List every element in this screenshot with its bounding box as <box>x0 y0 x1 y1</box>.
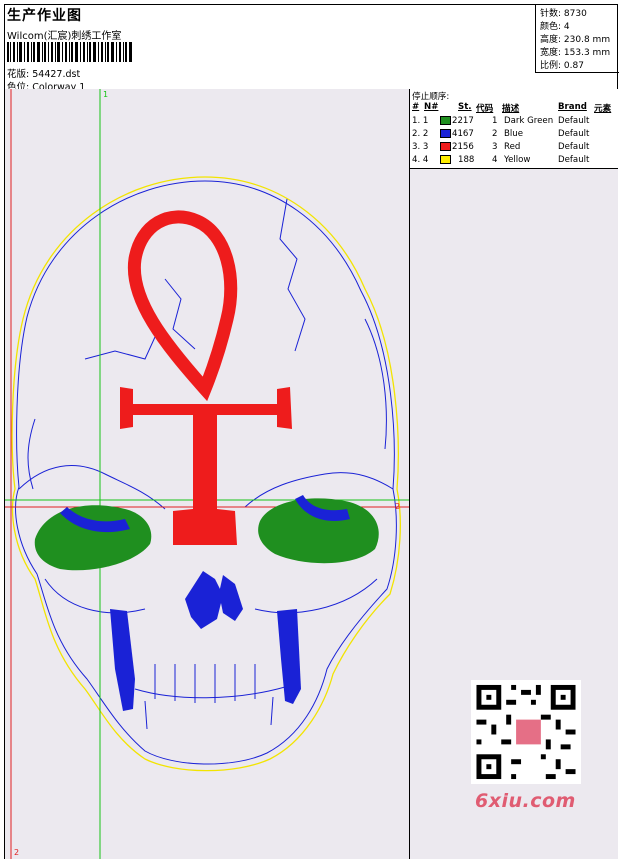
row-brand: Default <box>558 129 590 139</box>
guide-v-label: 1 <box>103 90 108 99</box>
stat-height: 高度: 230.8 mm <box>540 35 611 45</box>
row-stitches: 2217 <box>452 116 474 126</box>
design-file-line: 花版: 54427.dst <box>7 66 80 80</box>
stat-stitches: 针数: 8730 <box>540 9 587 19</box>
stop-sequence-table: 停止顺序: # N# St. 代码 描述 Brand 元素 1. 1 2217 … <box>410 89 618 169</box>
row-brand: Default <box>558 142 590 152</box>
ankh-loop <box>127 210 238 402</box>
stop-sequence-title: 停止顺序: <box>412 92 450 102</box>
row-desc: Yellow <box>504 155 531 165</box>
table-row: 2. 2 4167 2 Blue Default <box>410 129 618 142</box>
col-header-brand: Brand <box>558 102 587 112</box>
row-stitches: 2156 <box>452 142 474 152</box>
row-desc: Blue <box>504 129 524 139</box>
table-row: 4. 4 188 4 Yellow Default <box>410 155 618 168</box>
skull-embroidery-preview: 1 2 2 <box>5 89 409 859</box>
design-canvas: 1 2 2 <box>5 89 410 859</box>
row-index: 4. 4 <box>412 155 429 165</box>
color-swatch <box>440 129 451 138</box>
stat-ratio: 比例: 0.87 <box>540 61 584 71</box>
col-header-code: 代码 <box>476 104 494 114</box>
temple-line-right <box>364 318 387 450</box>
jaw-bar-right <box>277 609 301 704</box>
table-row: 3. 3 2156 3 Red Default <box>410 142 618 155</box>
cheek-right <box>254 578 378 614</box>
stat-colors: 颜色: 4 <box>540 22 570 32</box>
col-header-hash: # <box>412 102 420 112</box>
guide-h-label: 2 <box>395 502 400 511</box>
row-index: 3. 3 <box>412 142 429 152</box>
row-desc: Red <box>504 142 521 152</box>
teeth-marks <box>144 664 274 730</box>
jaw-bar-left <box>110 609 135 711</box>
row-code: 3 <box>492 142 498 152</box>
row-stitches: 4167 <box>452 129 474 139</box>
stats-panel: 针数: 8730 颜色: 4 高度: 230.8 mm 宽度: 153.3 mm… <box>535 5 619 73</box>
cheek-left <box>44 578 146 614</box>
row-desc: Dark Green <box>504 116 554 126</box>
worksheet-title: 生产作业图 <box>7 8 82 24</box>
studio-name: Wilcom(汇宸)刺绣工作室 <box>7 31 122 42</box>
row-stitches: 188 <box>458 155 475 165</box>
eye-left <box>34 505 152 571</box>
brow-left <box>18 465 166 510</box>
qr-code <box>471 680 581 784</box>
row-code: 4 <box>492 155 498 165</box>
worksheet-header: 生产作业图 Wilcom(汇宸)刺绣工作室 花版: 54427.dst 色位: … <box>5 5 618 93</box>
row-code: 2 <box>492 129 498 139</box>
row-brand: Default <box>558 155 590 165</box>
color-swatch <box>440 155 451 164</box>
color-swatch <box>440 116 451 125</box>
row-brand: Default <box>558 116 590 126</box>
table-row: 1. 1 2217 1 Dark Green Default <box>410 116 618 129</box>
stat-width: 宽度: 153.3 mm <box>540 48 611 58</box>
barcode <box>7 42 132 62</box>
crack-lower <box>84 336 156 360</box>
nose-left <box>185 571 223 629</box>
crack-right <box>279 198 306 352</box>
corner-label: 2 <box>14 848 19 857</box>
row-code: 1 <box>492 116 498 126</box>
teeth-line <box>134 686 286 699</box>
row-index: 2. 2 <box>412 129 429 139</box>
col-header-number: N# <box>424 102 439 112</box>
nose-right <box>219 575 243 621</box>
watermark-logo: 6xiu.com <box>475 790 576 812</box>
row-index: 1. 1 <box>412 116 429 126</box>
color-swatch <box>440 142 451 151</box>
col-header-element: 元素 <box>594 104 612 114</box>
col-header-desc: 描述 <box>502 104 520 114</box>
col-header-stitches: St. <box>458 102 472 112</box>
